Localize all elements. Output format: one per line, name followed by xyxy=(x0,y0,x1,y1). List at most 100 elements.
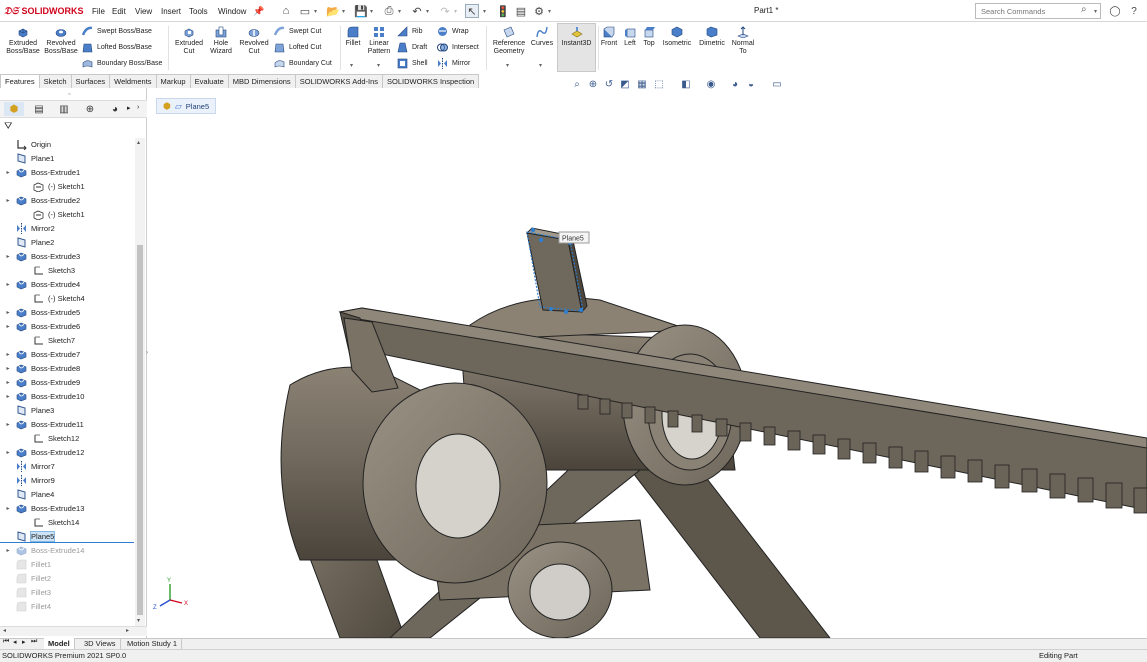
open-icon[interactable]: 📂 xyxy=(326,4,340,18)
swept-cut-button[interactable]: Swept Cut xyxy=(274,26,321,37)
boundary-boss-button[interactable]: Boundary Boss/Base xyxy=(82,58,162,69)
isometric-view-button[interactable]: Isometric xyxy=(660,26,694,48)
view-settings-icon[interactable]: ▭ xyxy=(771,78,783,90)
hide-show-items-icon[interactable]: ◉ xyxy=(705,78,717,90)
undo-icon[interactable]: ↶ xyxy=(410,4,424,18)
top-view-button[interactable]: Top xyxy=(640,26,658,48)
tree-item-plane3[interactable]: Plane3 xyxy=(0,403,136,417)
intersect-button[interactable]: Intersect xyxy=(437,42,479,53)
lofted-cut-button[interactable]: Lofted Cut xyxy=(274,42,321,53)
home-icon[interactable]: ⌂ xyxy=(279,4,293,18)
file-properties-icon[interactable]: ▤ xyxy=(514,4,528,18)
tree-item-boss-extrude6[interactable]: ▸ Boss-Extrude6 xyxy=(0,319,136,333)
tree-item-boss-extrude3[interactable]: ▸ Boss-Extrude3 xyxy=(0,249,136,263)
tab-motion-study-1[interactable]: Motion Study 1 xyxy=(123,638,183,649)
tab-nav-prev-icon[interactable]: ◂ xyxy=(13,638,17,646)
tab-sketch[interactable]: Sketch xyxy=(38,74,72,88)
fillet-dropdown-icon[interactable]: ▾ xyxy=(350,62,353,69)
print-icon[interactable]: ⎙ xyxy=(382,4,396,18)
instant3d-button[interactable]: Instant3D xyxy=(558,26,595,48)
rib-button[interactable]: Rib xyxy=(397,26,423,37)
tree-scroll-thumb[interactable] xyxy=(137,245,143,615)
tree-item-boss-extrude14[interactable]: ▸ Boss-Extrude14 xyxy=(0,543,136,557)
tree-item-plane2[interactable]: Plane2 xyxy=(0,235,136,249)
apply-scene-icon[interactable]: ◒ xyxy=(745,78,757,90)
curves-dropdown-icon[interactable]: ▾ xyxy=(539,62,542,69)
panel-tabs-more-icon[interactable]: ▸ xyxy=(127,104,131,112)
tab-model[interactable]: Model xyxy=(44,638,75,649)
expand-arrow-icon[interactable]: ▸ xyxy=(4,309,12,316)
expand-arrow-icon[interactable]: ▸ xyxy=(4,505,12,512)
tree-item-plane5[interactable]: Plane5 xyxy=(0,529,136,543)
open-dropdown-icon[interactable]: ▾ xyxy=(342,8,345,15)
expand-arrow-icon[interactable]: ▸ xyxy=(4,365,12,372)
mirror-button[interactable]: Mirror xyxy=(437,58,470,69)
wrap-button[interactable]: Wrap xyxy=(437,26,469,37)
expand-arrow-icon[interactable]: ▸ xyxy=(4,197,12,204)
filter-icon[interactable]: ⛛ xyxy=(4,121,12,132)
tree-item-fillet3[interactable]: Fillet3 xyxy=(0,585,136,599)
boundary-cut-button[interactable]: Boundary Cut xyxy=(274,58,332,69)
revolved-cut-button[interactable]: Revolved Cut xyxy=(237,26,271,56)
tree-item-sketch3[interactable]: Sketch3 xyxy=(0,263,136,277)
new-dropdown-icon[interactable]: ▾ xyxy=(314,8,317,15)
tree-item-boss-extrude10[interactable]: ▸ Boss-Extrude10 xyxy=(0,389,136,403)
expand-arrow-icon[interactable]: ▸ xyxy=(4,449,12,456)
options-gear-icon[interactable]: ⚙ xyxy=(532,4,546,18)
scroll-right-icon[interactable]: ▸ xyxy=(126,627,129,634)
expand-arrow-icon[interactable]: ▸ xyxy=(4,351,12,358)
draft-button[interactable]: Draft xyxy=(397,42,427,53)
pin-icon[interactable]: 📌 xyxy=(252,4,266,18)
menu-view[interactable]: View xyxy=(135,7,152,16)
options-dropdown-icon[interactable]: ▾ xyxy=(548,8,551,15)
tab-surfaces[interactable]: Surfaces xyxy=(70,74,111,88)
section-view-icon[interactable]: ◩ xyxy=(619,78,631,90)
expand-arrow-icon[interactable]: ▸ xyxy=(4,281,12,288)
tree-item-fillet4[interactable]: Fillet4 xyxy=(0,599,136,613)
search-dropdown-icon[interactable]: ▾ xyxy=(1094,8,1097,15)
tree-item-sketch14[interactable]: Sketch14 xyxy=(0,515,136,529)
extruded-boss-button[interactable]: Extruded Boss/Base xyxy=(5,26,41,56)
select-cursor-icon[interactable]: ↖ xyxy=(465,4,479,18)
tree-item-plane4[interactable]: Plane4 xyxy=(0,487,136,501)
swept-boss-button[interactable]: Swept Boss/Base xyxy=(82,26,152,37)
tree-item-boss-extrude13[interactable]: ▸ Boss-Extrude13 xyxy=(0,501,136,515)
expand-arrow-icon[interactable]: ▸ xyxy=(4,253,12,260)
tree-item-sketch1[interactable]: (-) Sketch1 xyxy=(0,179,136,193)
tree-horizontal-scrollbar[interactable] xyxy=(0,626,147,636)
user-account-icon[interactable]: ◯ xyxy=(1108,4,1122,18)
display-manager-tab-icon[interactable]: ◕ xyxy=(105,102,125,116)
fillet-button[interactable]: Fillet xyxy=(343,26,363,48)
tree-item-boss-extrude12[interactable]: ▸ Boss-Extrude12 xyxy=(0,445,136,459)
tree-item-sketch7[interactable]: Sketch7 xyxy=(0,333,136,347)
reference-geometry-button[interactable]: Reference Geometry xyxy=(489,26,529,56)
tab-3d-views[interactable]: 3D Views xyxy=(80,638,121,649)
lofted-boss-button[interactable]: Lofted Boss/Base xyxy=(82,42,152,53)
tree-item-sketch1[interactable]: (-) Sketch1 xyxy=(0,207,136,221)
breadcrumb-plane5[interactable]: Plane5 xyxy=(186,102,209,111)
tree-item-boss-extrude1[interactable]: ▸ Boss-Extrude1 xyxy=(0,165,136,179)
linear-pattern-button[interactable]: Linear Pattern xyxy=(365,26,393,56)
property-manager-tab-icon[interactable]: ▤ xyxy=(29,102,49,116)
shell-button[interactable]: Shell xyxy=(397,58,428,69)
tree-item-sketch12[interactable]: Sketch12 xyxy=(0,431,136,445)
help-icon[interactable]: ? xyxy=(1127,4,1141,18)
front-view-button[interactable]: Front xyxy=(599,26,619,48)
dimxpert-tab-icon[interactable]: ⊕ xyxy=(80,102,100,116)
revolved-boss-button[interactable]: Revolved Boss/Base xyxy=(43,26,79,56)
tree-item-boss-extrude8[interactable]: ▸ Boss-Extrude8 xyxy=(0,361,136,375)
tree-item-mirror7[interactable]: Mirror7 xyxy=(0,459,136,473)
reference-geometry-dropdown-icon[interactable]: ▾ xyxy=(506,62,509,69)
tab-nav-next-icon[interactable]: ▸ xyxy=(22,638,26,646)
solidworks-logo[interactable]: 𝔇𝔖 SOLIDWORKS xyxy=(4,4,83,18)
tree-item-boss-extrude4[interactable]: ▸ Boss-Extrude4 xyxy=(0,277,136,291)
undo-dropdown-icon[interactable]: ▾ xyxy=(426,8,429,15)
select-dropdown-icon[interactable]: ▾ xyxy=(483,8,486,15)
tab-evaluate[interactable]: Evaluate xyxy=(189,74,229,88)
expand-arrow-icon[interactable]: ▸ xyxy=(4,379,12,386)
zoom-to-fit-icon[interactable]: ⌕ xyxy=(571,78,583,90)
tree-item-mirror2[interactable]: Mirror2 xyxy=(0,221,136,235)
rebuild-icon[interactable]: 🚦 xyxy=(496,4,510,18)
tab-solidworks-add-ins[interactable]: SOLIDWORKS Add-Ins xyxy=(294,74,384,88)
edit-appearance-icon[interactable]: ◕ xyxy=(729,78,741,90)
